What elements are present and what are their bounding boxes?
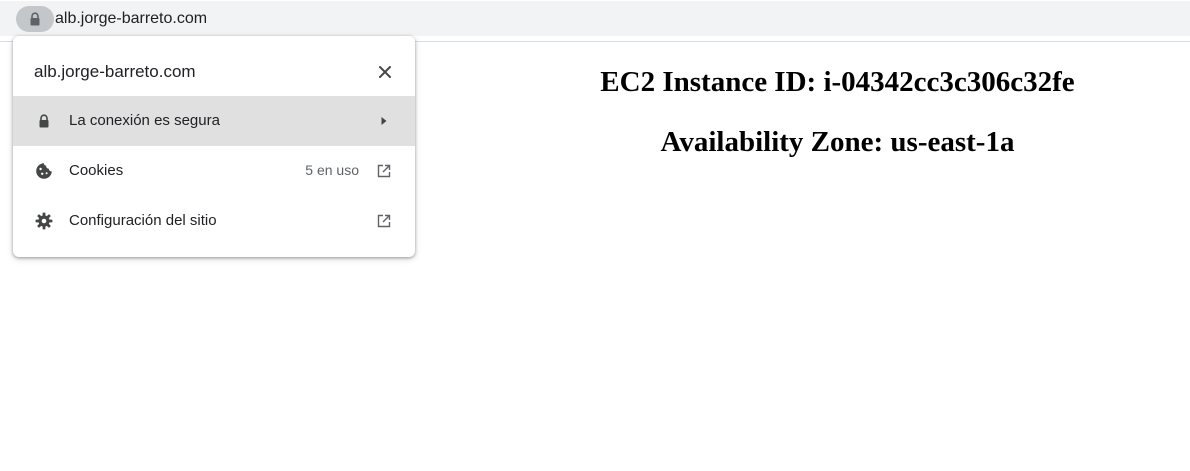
availability-zone-heading: Availability Zone: us-east-1a — [660, 126, 1015, 158]
close-icon — [379, 66, 391, 78]
instance-id-heading: EC2 Instance ID: i-04342cc3c306c32fe — [600, 66, 1075, 98]
cookies-count: 5 en uso — [305, 162, 359, 178]
lock-icon — [30, 12, 40, 26]
omnibox[interactable]: alb.jorge-barreto.com — [0, 1, 1190, 36]
connection-secure-item[interactable]: La conexión es segura — [13, 96, 415, 146]
open-in-new-icon — [374, 161, 394, 181]
popup-header: alb.jorge-barreto.com — [13, 36, 415, 96]
site-settings-label: Configuración del sitio — [69, 212, 217, 229]
lock-icon — [34, 111, 54, 131]
close-button[interactable] — [373, 60, 397, 84]
gear-icon — [34, 211, 54, 231]
cookie-icon — [34, 161, 54, 181]
site-info-button[interactable] — [16, 6, 54, 32]
site-settings-item[interactable]: Configuración del sitio — [13, 196, 415, 246]
open-in-new-icon — [374, 211, 394, 231]
connection-secure-label: La conexión es segura — [69, 112, 220, 129]
popup-title: alb.jorge-barreto.com — [34, 62, 196, 81]
site-info-popup: alb.jorge-barreto.com La conexión es seg… — [13, 36, 415, 257]
cookies-label: Cookies — [69, 162, 124, 179]
url-text[interactable]: alb.jorge-barreto.com — [55, 8, 207, 30]
cookies-item[interactable]: Cookies 5 en uso — [13, 146, 415, 196]
arrow-right-icon — [374, 111, 394, 131]
